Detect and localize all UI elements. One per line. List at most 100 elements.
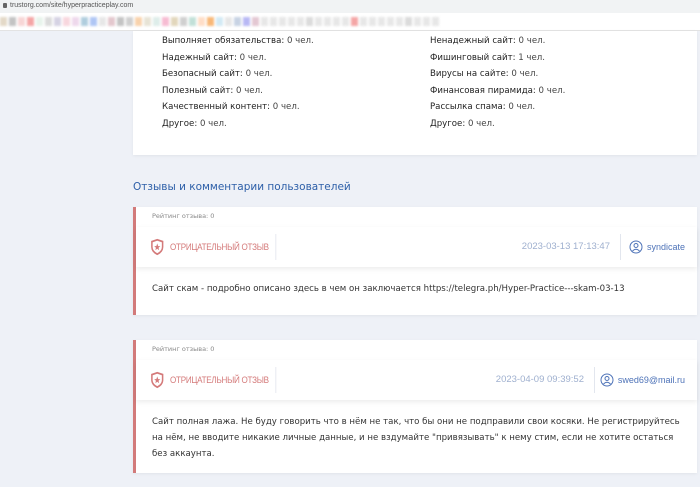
bookmark-item[interactable] [126,17,133,26]
bookmark-item[interactable] [351,17,358,26]
stats-left: Выполняет обязательства: 0 чел. Надежный … [162,33,314,133]
review-user[interactable]: swed69@mail.ru [600,373,685,387]
bookmark-item[interactable] [0,17,7,26]
review-date: 2023-04-09 09:39:52 [496,367,595,393]
bookmark-item[interactable] [153,17,160,26]
bookmark-item[interactable] [36,17,43,26]
stat-label: Другое: [430,118,466,129]
bookmarks-bar [0,13,700,31]
bookmark-item[interactable] [315,17,322,26]
bookmark-item[interactable] [90,17,97,26]
stat-value: 0 чел. [508,102,536,113]
bookmark-item[interactable] [324,17,331,26]
bookmark-item[interactable] [396,17,403,26]
bookmark-item[interactable] [81,17,88,26]
bookmark-item[interactable] [144,17,151,26]
stat-value: 0 чел. [286,36,314,46]
bookmark-item[interactable] [225,17,232,26]
lock-icon [3,3,7,8]
stat-label: Качественный контент: [162,102,271,113]
bookmark-item[interactable] [423,17,430,26]
bookmark-item[interactable] [261,17,268,26]
bookmark-item[interactable] [369,17,376,26]
bookmark-item[interactable] [18,17,25,26]
bookmark-item[interactable] [189,17,196,26]
bookmark-item[interactable] [306,17,313,26]
bookmark-item[interactable] [234,17,241,26]
bookmark-item[interactable] [297,17,304,26]
bookmark-item[interactable] [45,17,52,26]
shield-star-icon [151,238,164,256]
review-card: Рейтинг отзыва: 0 ОТРИЦАТЕЛЬНЫЙ ОТЗЫВ 20… [133,340,697,473]
stat-label: Вирусы на сайте: [430,69,509,80]
stat-row: Надежный сайт: 0 чел. [162,50,314,67]
review-text: Сайт полная лажа. Не буду говорить что в… [152,417,680,459]
stat-row: Качественный контент: 0 чел. [162,99,314,116]
bookmark-item[interactable] [333,17,340,26]
stat-value: 0 чел. [467,118,495,129]
bookmark-item[interactable] [63,17,70,26]
stat-row: Рассылка спама: 0 чел. [430,99,565,116]
bookmark-item[interactable] [207,17,214,26]
stat-row: Полезный сайт: 0 чел. [162,83,314,100]
bookmark-item[interactable] [243,17,250,26]
stat-value: 0 чел. [538,85,566,96]
bookmark-item[interactable] [360,17,367,26]
review-type: ОТРИЦАТЕЛЬНЫЙ ОТЗЫВ [136,367,277,393]
stat-label: Выполняет обязательства: [162,36,285,46]
stat-value: 0 чел. [239,52,267,63]
stat-row: Выполняет обязательства: 0 чел. [162,33,314,50]
bookmark-item[interactable] [171,17,178,26]
bookmark-item[interactable] [198,17,205,26]
stat-value: 0 чел. [236,85,263,96]
bookmark-item[interactable] [162,17,169,26]
bookmark-item[interactable] [54,17,61,26]
stat-label: Ненадежный сайт: [430,36,516,46]
review-rating: Рейтинг отзыва: 0 [152,345,215,353]
review-rating: Рейтинг отзыва: 0 [152,212,215,220]
stat-row: Другое: 0 чел. [430,116,565,133]
stat-label: Надежный сайт: [162,52,237,63]
stats-right: Ненадежный сайт: 0 чел. Фишинговый сайт: … [430,33,565,133]
bookmark-item[interactable] [342,17,349,26]
address-bar[interactable]: trustorg.com/site/hyperpracticeplay.com [0,0,700,13]
stat-label: Финансовая пирамида: [430,85,536,96]
bookmark-item[interactable] [432,17,439,26]
bookmark-item[interactable] [180,17,187,26]
review-date: 2023-03-13 17:13:47 [522,234,621,260]
stat-row: Вирусы на сайте: 0 чел. [430,66,565,83]
url-text: trustorg.com/site/hyperpracticeplay.com [10,2,134,9]
stats-card: Выполняет обязательства: 0 чел. Надежный … [133,31,697,155]
bookmark-item[interactable] [288,17,295,26]
review-type: ОТРИЦАТЕЛЬНЫЙ ОТЗЫВ [136,234,277,260]
stat-row: Финансовая пирамида: 0 чел. [430,83,565,100]
bookmark-item[interactable] [252,17,259,26]
bookmark-item[interactable] [9,17,16,26]
bookmark-item[interactable] [405,17,412,26]
bookmark-item[interactable] [99,17,106,26]
stat-row: Ненадежный сайт: 0 чел. [430,33,565,50]
bookmark-item[interactable] [387,17,394,26]
review-card: Рейтинг отзыва: 0 ОТРИЦАТЕЛЬНЫЙ ОТЗЫВ 20… [133,207,697,315]
bookmark-item[interactable] [108,17,115,26]
bookmark-item[interactable] [72,17,79,26]
bookmark-item[interactable] [414,17,421,26]
shield-star-icon [151,371,164,389]
stat-value: 0 чел. [272,102,300,113]
review-user[interactable]: syndicate [629,240,685,254]
user-icon [629,240,643,254]
review-text: Сайт скам - подробно описано здесь в чем… [152,284,625,294]
stat-row: Безопасный сайт: 0 чел. [162,66,314,83]
stat-label: Фишинговый сайт: [430,52,516,63]
stat-label: Другое: [162,118,198,129]
stat-value: 0 чел. [245,69,273,80]
bookmark-item[interactable] [117,17,124,26]
bookmark-item[interactable] [135,17,142,26]
bookmark-item[interactable] [216,17,223,26]
bookmark-item[interactable] [378,17,385,26]
stat-label: Безопасный сайт: [162,69,243,80]
reviews-heading: Отзывы и комментарии пользователей [133,181,351,193]
bookmark-item[interactable] [270,17,277,26]
bookmark-item[interactable] [27,17,34,26]
bookmark-item[interactable] [279,17,286,26]
